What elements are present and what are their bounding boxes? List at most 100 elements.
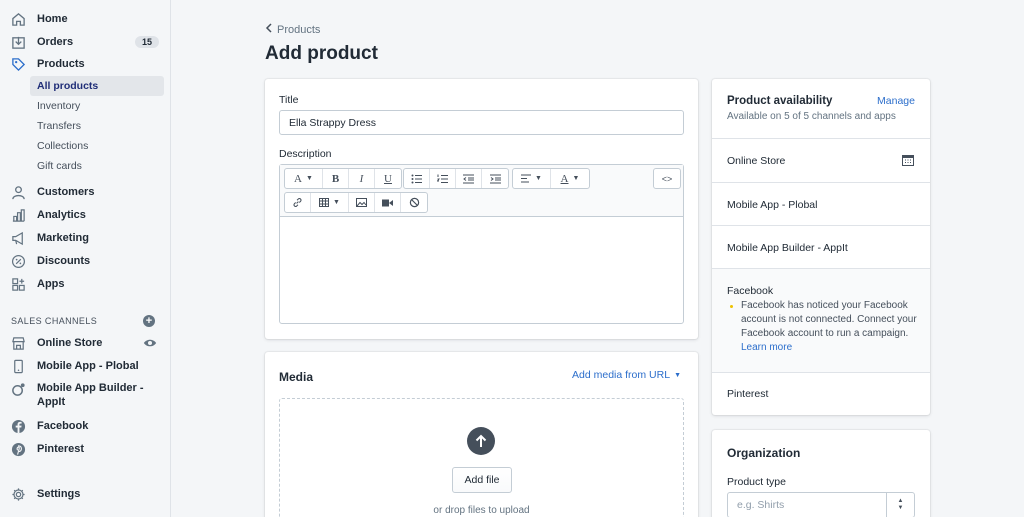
description-textarea[interactable]	[280, 218, 683, 323]
pinterest-icon	[10, 441, 26, 457]
nav-home[interactable]: Home	[0, 9, 171, 29]
breadcrumb[interactable]: Products	[265, 23, 320, 36]
gear-icon	[10, 486, 26, 502]
nav-discounts-label: Discounts	[37, 255, 91, 267]
insert-link-button[interactable]	[285, 193, 311, 212]
align-dropdown[interactable]: ▼	[513, 169, 551, 188]
tag-icon	[10, 56, 26, 72]
channel-pinterest[interactable]: Pinterest	[0, 439, 171, 459]
nav-customers[interactable]: Customers	[0, 182, 171, 202]
numbered-list-icon	[437, 174, 448, 183]
media-dropzone[interactable]: Add file or drop files to upload	[279, 398, 684, 517]
product-details-card: Title Ella Strappy Dress Description A ▼…	[265, 79, 698, 339]
text-color-dropdown[interactable]: A ▼	[551, 169, 589, 188]
learn-more-link[interactable]: Learn more	[741, 342, 792, 353]
italic-button[interactable]: I	[349, 169, 375, 188]
facebook-icon	[10, 418, 26, 434]
upload-arrow-icon	[467, 427, 495, 455]
bullet-list-button[interactable]	[404, 169, 430, 188]
add-file-button[interactable]: Add file	[452, 467, 512, 493]
underline-button[interactable]: U	[375, 169, 401, 188]
caret-down-icon: ▼	[535, 175, 542, 182]
channel-mobile-app-builder-label-1: Mobile App Builder -	[37, 382, 144, 394]
channel-mobile-app-builder[interactable]: Mobile App Builder - AppIt	[0, 379, 171, 411]
person-icon	[10, 184, 26, 200]
title-input[interactable]: Ella Strappy Dress	[279, 110, 684, 135]
nav-orders[interactable]: Orders 15	[0, 32, 171, 52]
outdent-button[interactable]	[456, 169, 482, 188]
calendar-icon[interactable]	[902, 154, 914, 169]
nav-apps[interactable]: Apps	[0, 274, 171, 294]
availability-row-facebook: Facebook Facebook has noticed your Faceb…	[712, 268, 930, 372]
orders-count-badge: 15	[134, 36, 159, 48]
breadcrumb-products-link[interactable]: Products	[277, 24, 320, 36]
title-label: Title	[279, 94, 299, 106]
orders-icon	[10, 34, 26, 50]
list-group	[403, 168, 509, 189]
availability-row-app-builder: Mobile App Builder - AppIt	[712, 225, 930, 268]
select-arrows-icon: ▲ ▼	[886, 493, 914, 517]
eye-icon[interactable]	[143, 336, 157, 350]
add-media-url-link[interactable]: Add media from URL ▼	[572, 369, 681, 381]
channel-mobile-app-builder-label-2: AppIt	[37, 396, 66, 408]
bold-glyph: B	[331, 172, 340, 185]
channel-online-store[interactable]: Online Store	[0, 333, 171, 353]
nav-analytics-label: Analytics	[37, 209, 86, 221]
link-icon	[293, 198, 302, 207]
availability-row-label: Online Store	[727, 155, 786, 167]
sub-inventory[interactable]: Inventory	[30, 96, 164, 116]
availability-row-label: Facebook	[727, 285, 774, 297]
clear-formatting-button[interactable]	[401, 193, 427, 212]
nav-marketing[interactable]: Marketing	[0, 228, 171, 248]
availability-subtitle: Available on 5 of 5 channels and apps	[727, 111, 896, 122]
font-dropdown[interactable]: A ▼	[285, 169, 323, 188]
availability-row-online-store: Online Store	[712, 138, 930, 182]
facebook-warning: Facebook has noticed your Facebook accou…	[741, 299, 921, 355]
text-color-glyph: A	[560, 172, 569, 185]
insert-image-button[interactable]	[349, 193, 375, 212]
mobile-icon	[10, 358, 26, 374]
manage-link[interactable]: Manage	[877, 95, 915, 107]
indent-button[interactable]	[482, 169, 508, 188]
caret-down-icon: ▼	[674, 371, 681, 379]
discount-icon	[10, 253, 26, 269]
channel-pinterest-label: Pinterest	[37, 443, 85, 455]
sub-collections[interactable]: Collections	[30, 136, 164, 156]
drop-hint: or drop files to upload	[433, 505, 530, 516]
channel-facebook[interactable]: Facebook	[0, 416, 171, 436]
availability-title: Product availability	[727, 95, 833, 107]
source-group: <>	[653, 168, 681, 189]
availability-row-label: Mobile App - Plobal	[727, 199, 818, 211]
insert-video-button[interactable]	[375, 193, 401, 212]
italic-glyph: I	[359, 172, 364, 185]
bold-button[interactable]: B	[323, 169, 349, 188]
numbered-list-button[interactable]	[430, 169, 456, 188]
block-icon	[409, 197, 419, 208]
nav-settings[interactable]: Settings	[0, 484, 171, 504]
code-glyph: <>	[661, 173, 673, 184]
product-type-placeholder: e.g. Shirts	[737, 499, 785, 511]
insert-group: ▼	[284, 192, 428, 213]
caret-down-icon: ▼	[306, 175, 313, 182]
add-channel-plus-icon[interactable]: +	[143, 315, 155, 327]
store-icon	[10, 335, 26, 351]
product-type-label: Product type	[727, 476, 786, 488]
nav-home-label: Home	[37, 13, 68, 25]
outdent-icon	[463, 174, 474, 183]
channel-mobile-app-plobal[interactable]: Mobile App - Plobal	[0, 356, 171, 376]
product-type-select[interactable]: e.g. Shirts ▲ ▼	[727, 492, 915, 517]
nav-products[interactable]: Products	[0, 54, 171, 74]
caret-down-icon: ▼	[572, 175, 580, 182]
format-group: ▼ A ▼	[512, 168, 590, 189]
insert-table-dropdown[interactable]: ▼	[311, 193, 349, 212]
availability-card: Product availability Manage Available on…	[712, 79, 930, 415]
sub-all-products[interactable]: All products	[30, 76, 164, 96]
app-builder-icon	[10, 381, 26, 397]
nav-discounts[interactable]: Discounts	[0, 251, 171, 271]
organization-card: Organization Product type e.g. Shirts ▲ ▼	[712, 430, 930, 517]
sub-transfers[interactable]: Transfers	[30, 116, 164, 136]
nav-analytics[interactable]: Analytics	[0, 205, 171, 225]
sales-channels-heading: SALES CHANNELS	[11, 316, 98, 326]
show-html-button[interactable]: <>	[654, 169, 680, 188]
sub-gift-cards[interactable]: Gift cards	[30, 156, 164, 176]
